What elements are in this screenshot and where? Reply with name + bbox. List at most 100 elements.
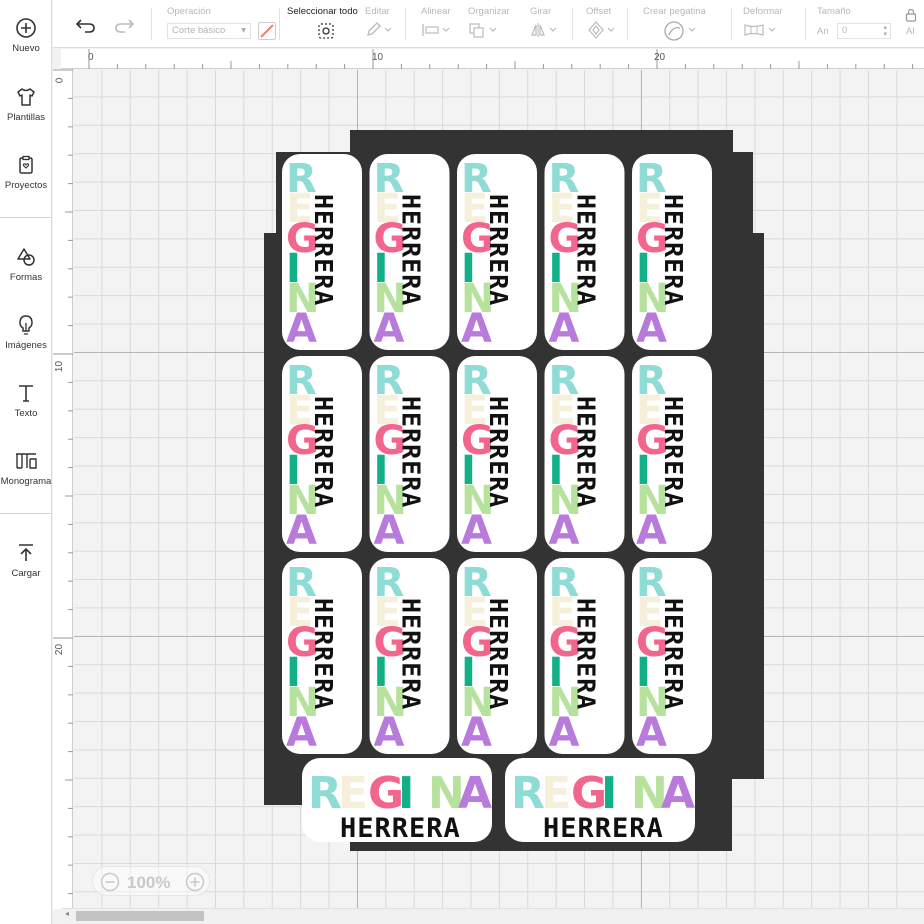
ruler-left-label-10: 10	[54, 360, 66, 373]
zoom-out-icon[interactable]	[100, 872, 120, 892]
color-swatch-icon[interactable]	[257, 21, 277, 41]
sticker-sheet-design[interactable]: REGINA HERRERA RE GI NA HERRERA	[74, 70, 924, 908]
stepper-icon: ▴ ▾	[883, 24, 887, 38]
vertical-sticker[interactable]	[544, 356, 625, 554]
horizontal-ruler: 0 10 20	[61, 49, 924, 69]
horizontal-sticker[interactable]	[505, 758, 696, 844]
operation-select[interactable]: Corte básico ▾	[167, 23, 251, 39]
zoom-control: 100%	[92, 866, 210, 896]
select-all-icon	[318, 23, 334, 39]
vertical-sticker[interactable]	[369, 356, 450, 554]
scrollbar-thumb[interactable]	[76, 911, 204, 921]
vertical-sticker[interactable]	[457, 154, 537, 352]
vertical-sticker[interactable]	[544, 558, 625, 756]
width-label: An	[817, 26, 829, 37]
align-icon	[422, 24, 450, 36]
canvas-grid[interactable]: REGINA HERRERA REGINA HERRERA	[74, 70, 924, 908]
shirt-icon	[17, 88, 35, 106]
warp-icon	[744, 24, 776, 36]
vertical-sticker[interactable]	[369, 154, 450, 352]
sidebar-item-monogram[interactable]: Monograma	[0, 450, 52, 487]
chevron-down-icon: ▾	[241, 25, 246, 36]
horizontal-scrollbar[interactable]: ◂	[62, 908, 924, 924]
ruler-ticks	[53, 69, 73, 895]
ruler-left-label-20: 20	[54, 643, 66, 656]
vertical-stickers	[282, 154, 712, 756]
ruler-top-label-0: 0	[88, 52, 94, 63]
sidebar-label: Formas	[9, 272, 43, 283]
sidebar-label: Cargar	[11, 568, 41, 579]
vertical-sticker[interactable]	[632, 154, 712, 352]
ruler-ticks	[88, 49, 914, 69]
width-value: 0	[842, 25, 848, 36]
operation-value: Corte básico	[172, 25, 226, 36]
sidebar-label: Imágenes	[5, 340, 47, 351]
toolbar-divider	[405, 8, 406, 40]
vertical-sticker[interactable]	[632, 356, 712, 554]
toolbar-divider	[572, 8, 573, 40]
plus-circle-icon	[16, 18, 36, 38]
lock-icon[interactable]	[905, 8, 917, 22]
sidebar-divider	[0, 217, 52, 218]
clipboard-heart-icon	[19, 155, 33, 174]
toolbar-divider	[805, 8, 806, 40]
zoom-in-icon[interactable]	[185, 872, 205, 892]
arrange-label: Organizar	[468, 6, 510, 17]
undo-icon	[75, 19, 95, 33]
sidebar-item-shapes[interactable]: Formas	[0, 246, 52, 283]
vertical-ruler: 0 10 20	[53, 69, 73, 909]
sidebar-label: Nuevo	[12, 43, 40, 54]
toolbar-divider	[151, 8, 152, 40]
lightbulb-icon	[19, 315, 33, 335]
ruler-left-label-0: 0	[54, 77, 66, 84]
vertical-sticker[interactable]	[544, 154, 625, 352]
sidebar-label: Monograma	[0, 476, 52, 487]
shapes-icon	[17, 248, 35, 266]
warp-label: Deformar	[743, 6, 783, 17]
toolbar-divider	[279, 8, 280, 40]
sticker-icon	[664, 21, 696, 41]
flip-icon	[531, 23, 557, 37]
offset-icon	[588, 21, 615, 39]
toolbar-divider	[627, 8, 628, 40]
sidebar-item-templates[interactable]: Plantillas	[0, 86, 52, 123]
offset-label: Offset	[586, 6, 612, 17]
ruler-top-label-20: 20	[654, 52, 666, 63]
scroll-left-icon[interactable]: ◂	[65, 909, 69, 918]
left-sidebar: Nuevo Plantillas Proyectos Formas Imágen…	[0, 0, 52, 924]
sidebar-item-new[interactable]: Nuevo	[0, 17, 52, 54]
design-space: Nuevo Plantillas Proyectos Formas Imágen…	[0, 0, 924, 924]
sticker-label: Crear pegatina	[643, 6, 706, 17]
redo-icon	[115, 19, 135, 33]
vertical-sticker[interactable]	[457, 356, 537, 554]
size-label: Tamaño	[817, 6, 851, 17]
arrange-icon	[469, 23, 497, 38]
select-all-label: Seleccionar todo	[287, 6, 358, 17]
vertical-sticker[interactable]	[369, 558, 450, 756]
sidebar-divider	[0, 513, 52, 514]
top-toolbar: Operación Corte básico ▾ Seleccionar tod…	[53, 0, 924, 48]
vertical-sticker[interactable]	[282, 558, 362, 756]
operation-label: Operación	[167, 6, 211, 17]
sidebar-label: Proyectos	[4, 180, 48, 191]
height-label: Al	[906, 26, 915, 37]
monogram-icon	[16, 453, 37, 469]
upload-icon	[19, 544, 33, 561]
ruler-top-label-10: 10	[372, 52, 384, 63]
align-label: Alinear	[421, 6, 451, 17]
toolbar-divider	[731, 8, 732, 40]
vertical-sticker[interactable]	[282, 356, 362, 554]
sidebar-label: Texto	[14, 408, 38, 419]
width-input[interactable]: 0 ▴ ▾	[837, 23, 891, 39]
horizontal-sticker[interactable]	[302, 758, 493, 844]
vertical-sticker[interactable]	[457, 558, 537, 756]
sidebar-item-images[interactable]: Imágenes	[0, 314, 52, 351]
rotate-label: Girar	[530, 6, 552, 17]
sidebar-item-upload[interactable]: Cargar	[0, 542, 52, 579]
sidebar-label: Plantillas	[6, 112, 46, 123]
sidebar-item-text[interactable]: Texto	[0, 382, 52, 419]
edit-label: Editar	[365, 6, 390, 17]
vertical-sticker[interactable]	[632, 558, 712, 756]
vertical-sticker[interactable]	[282, 154, 362, 352]
sidebar-item-projects[interactable]: Proyectos	[0, 154, 52, 191]
